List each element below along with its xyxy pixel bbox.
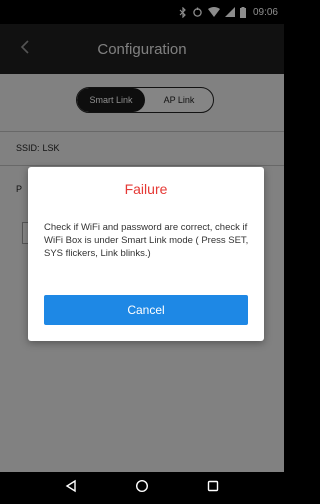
nav-back-button[interactable] [59, 476, 83, 500]
back-icon [64, 479, 78, 498]
nav-home-button[interactable] [130, 476, 154, 500]
nav-bar [0, 472, 284, 504]
home-icon [135, 479, 149, 498]
dialog-message: Check if WiFi and password are correct, … [44, 222, 249, 259]
screen: 09:06 Configuration Smart Link AP Link S… [0, 0, 284, 504]
cancel-button[interactable]: Cancel [44, 295, 248, 325]
recents-icon [206, 479, 220, 498]
nav-recents-button[interactable] [201, 476, 225, 500]
failure-dialog: Failure Check if WiFi and password are c… [28, 167, 264, 341]
dialog-title: Failure [124, 181, 168, 197]
